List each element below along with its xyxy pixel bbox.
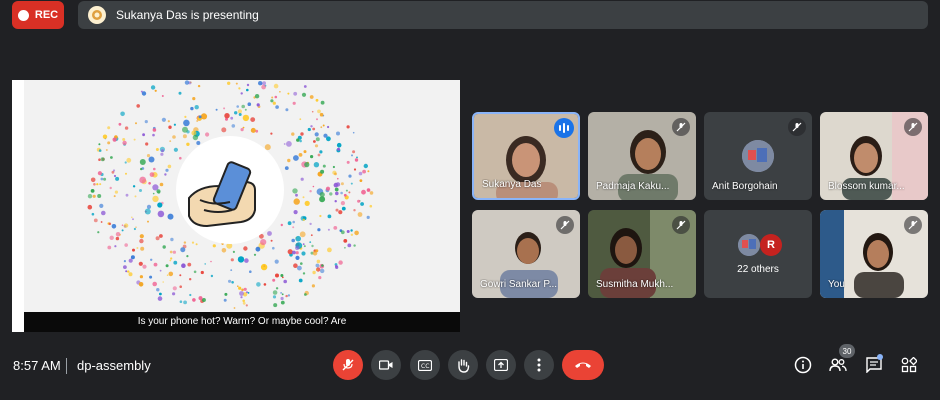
meeting-code: dp-assembly bbox=[77, 358, 151, 373]
raise-hand-button[interactable] bbox=[448, 350, 478, 380]
present-now-button[interactable] bbox=[486, 350, 516, 380]
captions-icon: CC bbox=[418, 359, 432, 371]
mic-off-icon bbox=[788, 118, 806, 136]
chat-notification-dot bbox=[877, 354, 883, 360]
participant-tile-blossom[interactable]: Blossom kumar... bbox=[820, 112, 928, 200]
others-count-label: 22 others bbox=[737, 264, 779, 275]
more-options-button[interactable] bbox=[524, 350, 554, 380]
participant-count-badge: 30 bbox=[839, 344, 855, 358]
camera-toggle-button[interactable] bbox=[371, 350, 401, 380]
clock: 8:57 AM bbox=[13, 358, 61, 373]
participant-name: Sukanya Das bbox=[482, 179, 542, 190]
present-icon bbox=[494, 359, 508, 371]
avatar: R bbox=[760, 234, 782, 256]
activities-icon bbox=[901, 357, 917, 373]
info-icon bbox=[794, 356, 812, 374]
participant-name: Anit Borgohain bbox=[712, 181, 778, 192]
presenting-text: Sukanya Das is presenting bbox=[116, 8, 259, 22]
participant-tile-sukanya-das[interactable]: Sukanya Das bbox=[472, 112, 580, 200]
participant-name: Blossom kumar... bbox=[828, 181, 905, 192]
presentation-view[interactable]: Is your phone hot? Warm? Or maybe cool? … bbox=[12, 80, 460, 332]
mic-off-icon bbox=[556, 216, 574, 234]
captions-button[interactable]: CC bbox=[410, 350, 440, 380]
mic-off-icon bbox=[904, 118, 922, 136]
participant-name: You bbox=[828, 279, 845, 290]
record-dot-icon bbox=[17, 9, 29, 21]
recording-label: REC bbox=[34, 9, 59, 21]
camera-icon bbox=[379, 360, 393, 370]
raise-hand-icon bbox=[458, 358, 470, 373]
mic-toggle-button[interactable] bbox=[333, 350, 363, 380]
slide-illustration bbox=[87, 80, 374, 309]
participant-tile-susmitha[interactable]: Susmitha Mukh... bbox=[588, 210, 696, 298]
participant-name: Padmaja Kaku... bbox=[596, 181, 670, 192]
mic-off-icon bbox=[342, 359, 354, 371]
participant-name: Susmitha Mukh... bbox=[596, 279, 674, 290]
divider bbox=[66, 358, 67, 374]
leave-call-icon bbox=[575, 362, 591, 368]
activities-button[interactable] bbox=[897, 353, 921, 377]
speaking-indicator-icon bbox=[554, 118, 574, 138]
presenter-avatar bbox=[88, 6, 106, 24]
top-bar: REC Sukanya Das is presenting bbox=[0, 0, 940, 34]
mic-off-icon bbox=[672, 118, 690, 136]
more-options-icon bbox=[537, 358, 541, 372]
others-tile[interactable]: R 22 others bbox=[704, 210, 812, 298]
mic-off-icon bbox=[904, 216, 922, 234]
participant-tile-padmaja[interactable]: Padmaja Kaku... bbox=[588, 112, 696, 200]
leave-call-button[interactable] bbox=[562, 350, 604, 380]
people-icon bbox=[829, 358, 847, 372]
bottom-bar: 8:57 AM dp-assembly CC 30 bbox=[0, 340, 940, 390]
participant-tile-you[interactable]: You bbox=[820, 210, 928, 298]
recording-indicator[interactable]: REC bbox=[12, 1, 64, 29]
slide-caption: Is your phone hot? Warm? Or maybe cool? … bbox=[24, 312, 460, 332]
meeting-details-button[interactable] bbox=[791, 353, 815, 377]
avatar bbox=[738, 234, 760, 256]
participant-tile-gowri[interactable]: Gowri Sankar P... bbox=[472, 210, 580, 298]
participant-name: Gowri Sankar P... bbox=[480, 279, 558, 290]
participant-tile-anit[interactable]: Anit Borgohain bbox=[704, 112, 812, 200]
presenting-banner[interactable]: Sukanya Das is presenting bbox=[78, 1, 928, 29]
mic-off-icon bbox=[672, 216, 690, 234]
svg-text:CC: CC bbox=[421, 363, 429, 370]
avatar bbox=[742, 140, 774, 172]
